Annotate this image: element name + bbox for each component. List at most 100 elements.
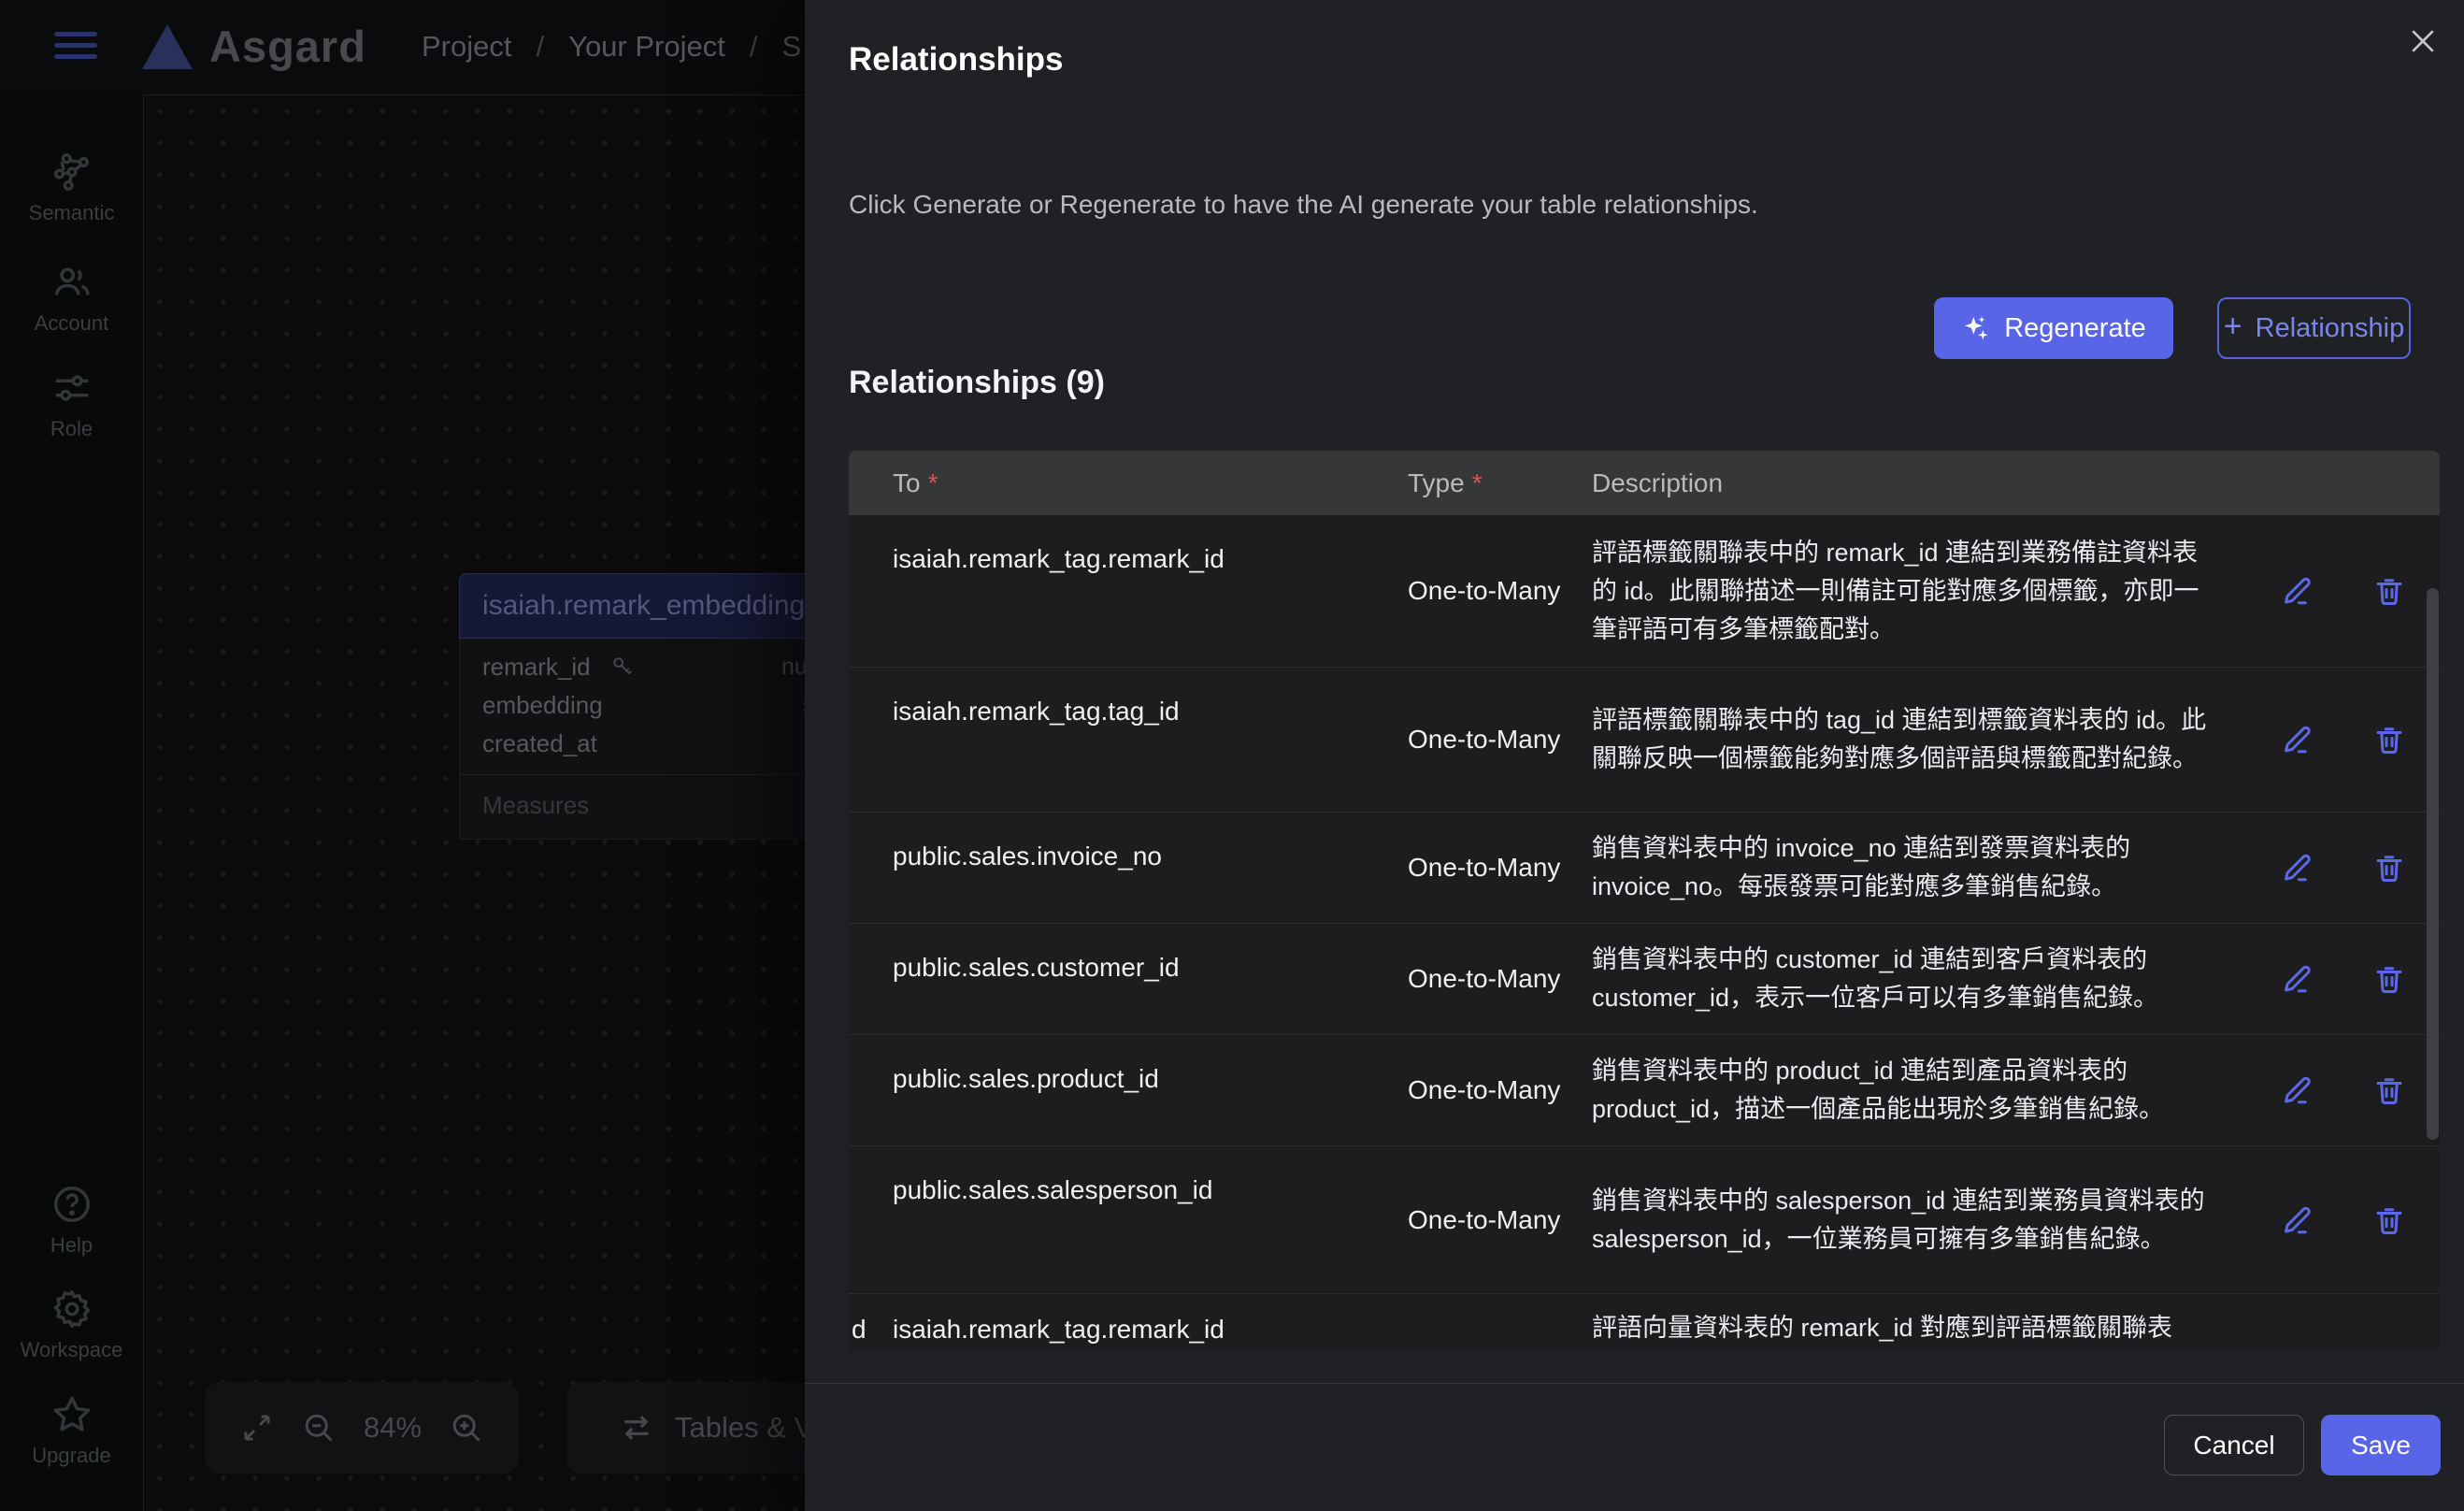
semantic-graph-icon — [50, 151, 93, 194]
zoom-in-icon[interactable] — [450, 1411, 483, 1445]
required-marker: * — [1472, 468, 1483, 497]
table-row: isaiah.remark_tag.tag_id One-to-Many 評語標… — [849, 668, 2440, 813]
trash-icon — [2372, 574, 2406, 608]
trash-icon — [2372, 723, 2406, 756]
breadcrumb-separator: / — [750, 30, 758, 64]
regenerate-button[interactable]: Regenerate — [1934, 297, 2173, 359]
relationship-description: 評語標籤關聯表中的 remark_id 連結到業務備註資料表的 id。此關聯描述… — [1592, 517, 2256, 666]
footer-divider — [805, 1383, 2464, 1384]
table-node-remark-embeddings[interactable]: isaiah.remark_embeddings remark_id nu em… — [459, 573, 833, 840]
account-people-icon — [50, 261, 93, 304]
add-relationship-button[interactable]: + Relationship — [2217, 297, 2411, 359]
save-button[interactable]: Save — [2321, 1415, 2441, 1475]
edit-button[interactable] — [2280, 1072, 2315, 1108]
breadcrumb-item-current[interactable]: S — [781, 30, 801, 64]
pencil-icon — [2281, 723, 2314, 756]
required-marker: * — [928, 468, 938, 497]
relationship-type: One-to-Many — [1408, 853, 1592, 883]
relationship-description: 銷售資料表中的 invoice_no 連結到發票資料表的 invoice_no。… — [1592, 813, 2256, 923]
field-row[interactable]: created_at — [460, 725, 832, 763]
trash-icon — [2372, 1073, 2406, 1107]
relationship-to: public.sales.salesperson_id — [849, 1146, 1408, 1205]
brand-name: Asgard — [209, 21, 366, 72]
primary-key-icon — [610, 655, 635, 679]
table-node-fields: remark_id nu embedding s created_at Meas… — [459, 639, 833, 840]
breadcrumb: Project / Your Project / S — [422, 30, 801, 64]
delete-button[interactable] — [2371, 1072, 2407, 1108]
edit-button[interactable] — [2280, 1202, 2315, 1238]
relationship-description: 銷售資料表中的 salesperson_id 連結到業務員資料表的 salesp… — [1592, 1165, 2256, 1275]
delete-button[interactable] — [2371, 850, 2407, 885]
breadcrumb-separator: / — [536, 30, 544, 64]
zoom-out-icon[interactable] — [302, 1411, 336, 1445]
table-row: public.sales.salesperson_id One-to-Many … — [849, 1146, 2440, 1294]
relationship-description: 銷售資料表中的 customer_id 連結到客戶資料表的 customer_i… — [1592, 924, 2256, 1034]
relationship-to: public.sales.invoice_no — [849, 813, 1408, 871]
table-row: public.sales.invoice_no One-to-Many 銷售資料… — [849, 813, 2440, 924]
sidebar-item-help[interactable]: Help — [0, 1183, 143, 1258]
field-row[interactable]: remark_id nu — [460, 648, 832, 686]
vertical-scrollbar[interactable] — [2427, 588, 2439, 1140]
relationship-to: public.sales.product_id — [849, 1035, 1408, 1094]
relationships-count-heading: Relationships (9) — [849, 365, 1105, 401]
table-header-row: To* Type* Description — [849, 451, 2440, 515]
pencil-icon — [2281, 1203, 2314, 1237]
sidebar-item-role[interactable]: Role — [0, 367, 143, 441]
relationship-description: 評語向量資料表的 remark_id 對應到評語標籤關聯表 — [1592, 1294, 2256, 1351]
relationship-type: One-to-Many — [1408, 576, 1592, 606]
hamburger-menu-icon[interactable] — [54, 32, 97, 64]
trash-icon — [2372, 1203, 2406, 1237]
delete-button[interactable] — [2371, 961, 2407, 997]
table-row: d isaiah.remark_tag.remark_id 評語向量資料表的 r… — [849, 1294, 2440, 1351]
close-icon[interactable] — [2402, 21, 2443, 62]
relationship-to: isaiah.remark_tag.remark_id — [849, 1294, 1408, 1345]
drawer-actions: Regenerate + Relationship — [1934, 297, 2411, 359]
relationship-type: One-to-Many — [1408, 964, 1592, 994]
drawer-footer: Cancel Save — [2164, 1415, 2441, 1475]
relationship-type: One-to-Many — [1408, 725, 1592, 755]
column-header-type: Type* — [1408, 468, 1592, 498]
table-node-title[interactable]: isaiah.remark_embeddings — [459, 573, 833, 639]
edit-button[interactable] — [2280, 850, 2315, 885]
table-row: public.sales.product_id One-to-Many 銷售資料… — [849, 1035, 2440, 1146]
fit-view-icon[interactable] — [240, 1411, 274, 1445]
drawer-subtitle: Click Generate or Regenerate to have the… — [849, 190, 1758, 220]
plus-icon: + — [2224, 309, 2242, 345]
pencil-icon — [2281, 962, 2314, 996]
relationship-to: isaiah.remark_tag.tag_id — [849, 668, 1408, 727]
trash-icon — [2372, 962, 2406, 996]
cancel-button[interactable]: Cancel — [2164, 1415, 2304, 1475]
field-row[interactable]: embedding s — [460, 686, 832, 725]
zoom-level: 84% — [364, 1411, 422, 1445]
canvas-zoom-toolbar: 84% — [205, 1382, 519, 1474]
sidebar-item-semantic[interactable]: Semantic — [0, 151, 143, 225]
table-row: isaiah.remark_tag.remark_id One-to-Many … — [849, 515, 2440, 668]
role-sliders-icon — [50, 367, 93, 410]
relationships-table: To* Type* Description isaiah.remark_tag.… — [849, 451, 2440, 1351]
delete-button[interactable] — [2371, 722, 2407, 757]
relationship-to: isaiah.remark_tag.remark_id — [849, 515, 1408, 574]
delete-button[interactable] — [2371, 1202, 2407, 1238]
help-question-icon — [50, 1183, 93, 1226]
column-header-description: Description — [1592, 468, 2256, 498]
relationship-type: One-to-Many — [1408, 1075, 1592, 1105]
sidebar-item-account[interactable]: Account — [0, 261, 143, 336]
column-header-to: To* — [849, 468, 1408, 498]
table-body: isaiah.remark_tag.remark_id One-to-Many … — [849, 515, 2440, 1351]
swap-arrows-icon — [619, 1410, 654, 1446]
sidebar-item-upgrade[interactable]: Upgrade — [0, 1393, 143, 1468]
relationships-drawer: Relationships Click Generate or Regenera… — [805, 0, 2464, 1511]
relationship-to: public.sales.customer_id — [849, 924, 1408, 983]
sparkle-icon — [1961, 313, 1991, 343]
edit-button[interactable] — [2280, 573, 2315, 609]
node-divider — [460, 774, 832, 775]
delete-button[interactable] — [2371, 573, 2407, 609]
breadcrumb-item-your-project[interactable]: Your Project — [568, 30, 725, 64]
breadcrumb-item-project[interactable]: Project — [422, 30, 511, 64]
trash-icon — [2372, 851, 2406, 885]
edit-button[interactable] — [2280, 961, 2315, 997]
upgrade-star-icon — [50, 1393, 93, 1436]
sidebar-item-workspace[interactable]: Workspace — [0, 1288, 143, 1362]
drawer-title: Relationships — [849, 41, 1063, 79]
edit-button[interactable] — [2280, 722, 2315, 757]
